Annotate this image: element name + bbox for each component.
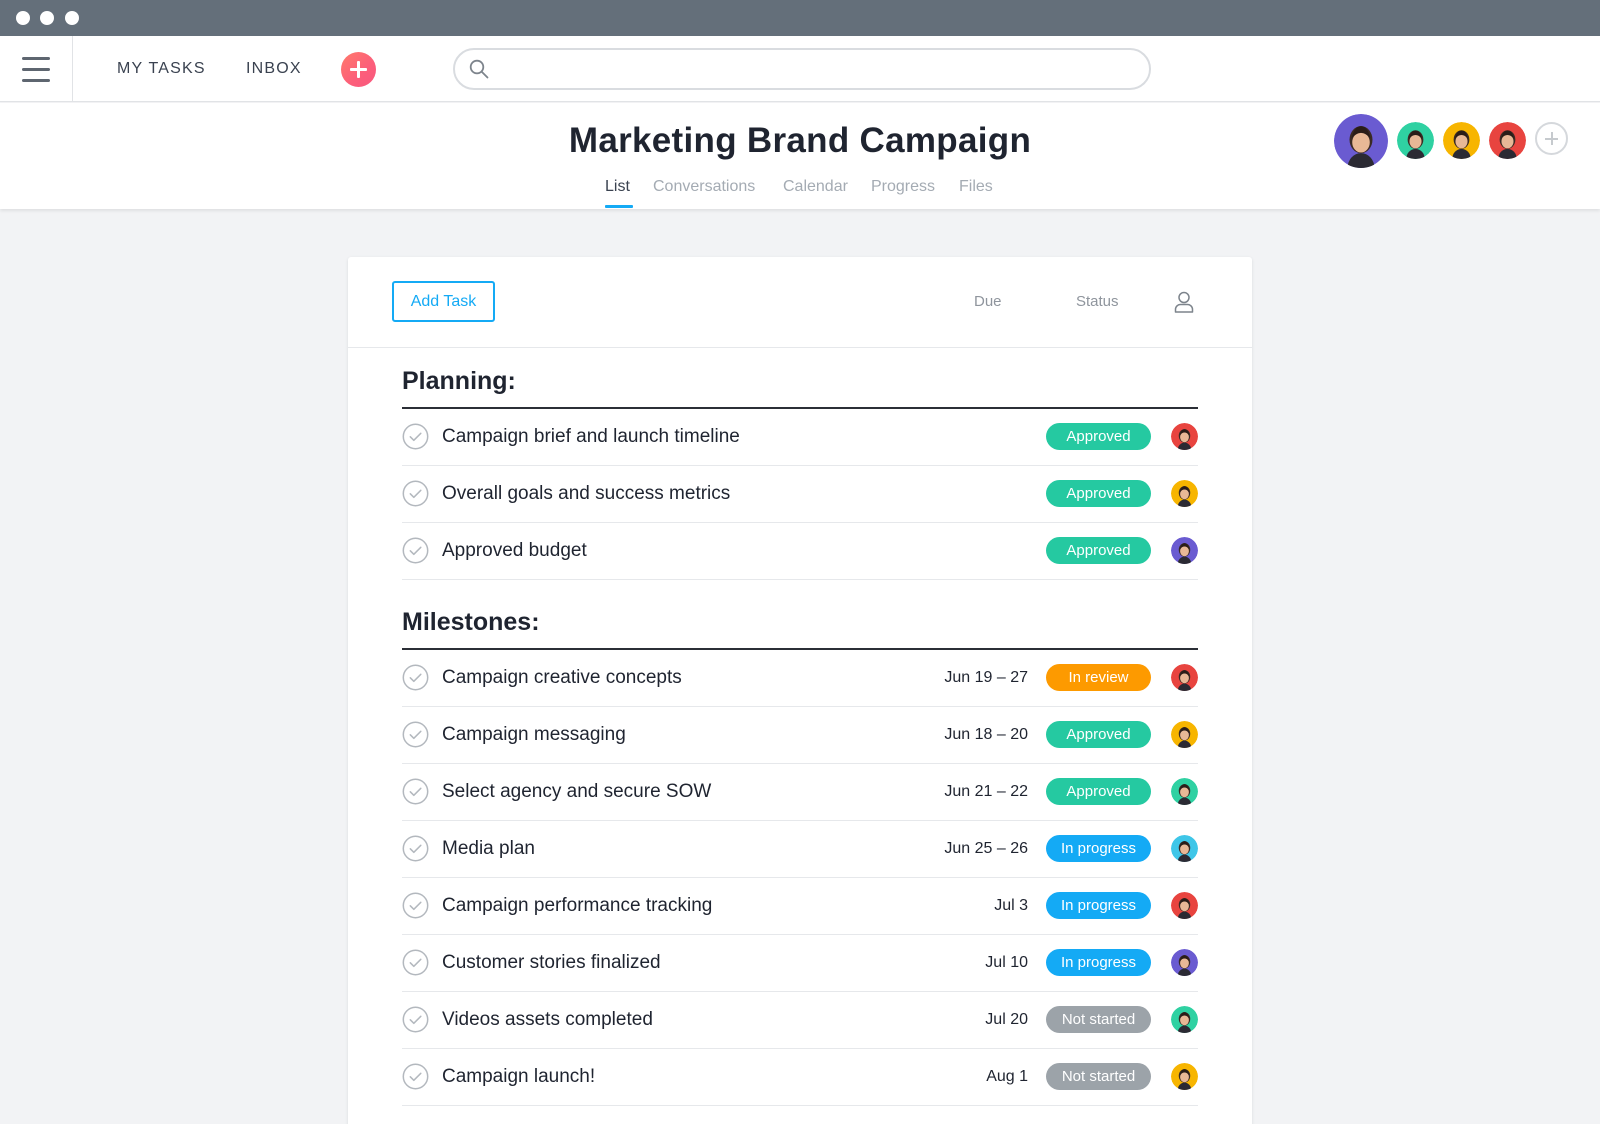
status-badge[interactable]: In review: [1046, 664, 1151, 691]
tab-progress[interactable]: Progress: [871, 178, 935, 196]
task-due-date[interactable]: Jun 19 – 27: [944, 669, 1028, 687]
status-badge[interactable]: Not started: [1046, 1006, 1151, 1033]
task-due-date[interactable]: Jul 10: [985, 954, 1028, 972]
status-badge[interactable]: In progress: [1046, 949, 1151, 976]
task-name[interactable]: Select agency and secure SOW: [442, 781, 711, 803]
project-tabs: List Conversations Calendar Progress Fil…: [0, 178, 1600, 208]
task-row[interactable]: Approved budget Approved: [402, 523, 1198, 580]
assignee-avatar[interactable]: [1171, 480, 1198, 507]
task-row[interactable]: Videos assets completed Jul 20 Not started: [402, 992, 1198, 1049]
tab-files[interactable]: Files: [959, 178, 993, 196]
task-name[interactable]: Campaign launch!: [442, 1066, 595, 1088]
member-avatar[interactable]: [1443, 122, 1480, 159]
status-badge[interactable]: In progress: [1046, 835, 1151, 862]
status-badge[interactable]: Approved: [1046, 423, 1151, 450]
task-row[interactable]: Campaign launch! Aug 1 Not started: [402, 1049, 1198, 1106]
add-member-button[interactable]: [1535, 122, 1568, 155]
assignee-avatar[interactable]: [1171, 778, 1198, 805]
assignee-avatar[interactable]: [1171, 835, 1198, 862]
tab-conversations[interactable]: Conversations: [653, 178, 755, 196]
task-name[interactable]: Campaign brief and launch timeline: [442, 426, 740, 448]
task-due-date[interactable]: Jun 18 – 20: [944, 726, 1028, 744]
top-nav: MY TASKS INBOX: [0, 36, 1600, 102]
assignee-avatar[interactable]: [1171, 664, 1198, 691]
status-badge[interactable]: Approved: [1046, 537, 1151, 564]
complete-task-checkmark-icon[interactable]: [402, 664, 429, 691]
task-due-date[interactable]: Jul 3: [994, 897, 1028, 915]
assignee-column-icon[interactable]: [1174, 291, 1194, 313]
task-name[interactable]: Videos assets completed: [442, 1009, 653, 1031]
complete-task-checkmark-icon[interactable]: [402, 778, 429, 805]
task-name[interactable]: Campaign performance tracking: [442, 895, 712, 917]
task-name[interactable]: Customer stories finalized: [442, 952, 661, 974]
menu-icon[interactable]: [0, 36, 73, 102]
complete-task-checkmark-icon[interactable]: [402, 721, 429, 748]
window-maximize-dot[interactable]: [65, 11, 79, 25]
task-list-header: Add Task Due Status: [348, 257, 1252, 348]
assignee-avatar[interactable]: [1171, 537, 1198, 564]
task-due-date[interactable]: Aug 1: [986, 1068, 1028, 1086]
nav-my-tasks[interactable]: MY TASKS: [117, 36, 206, 102]
task-due-date[interactable]: Jul 20: [985, 1011, 1028, 1029]
assignee-avatar[interactable]: [1171, 949, 1198, 976]
assignee-avatar[interactable]: [1171, 423, 1198, 450]
status-badge[interactable]: In progress: [1046, 892, 1151, 919]
status-badge[interactable]: Approved: [1046, 480, 1151, 507]
task-due-date[interactable]: Jun 25 – 26: [944, 840, 1028, 858]
column-due[interactable]: Due: [974, 293, 1002, 310]
task-row[interactable]: Campaign creative concepts Jun 19 – 27 In …: [402, 650, 1198, 707]
status-badge[interactable]: Approved: [1046, 721, 1151, 748]
task-row[interactable]: Campaign performance tracking Jul 3 In pro…: [402, 878, 1198, 935]
assignee-avatar[interactable]: [1171, 1006, 1198, 1033]
task-list-card: Add Task Due Status Planning: Campaign b…: [348, 257, 1252, 1124]
assignee-avatar[interactable]: [1171, 1063, 1198, 1090]
status-badge[interactable]: Approved: [1046, 778, 1151, 805]
task-row[interactable]: Media plan Jun 25 – 26 In progress: [402, 821, 1198, 878]
task-name[interactable]: Campaign creative concepts: [442, 667, 682, 689]
complete-task-checkmark-icon[interactable]: [402, 1063, 429, 1090]
member-avatar[interactable]: [1334, 114, 1388, 168]
member-avatar[interactable]: [1489, 122, 1526, 159]
quick-add-button[interactable]: [341, 52, 376, 87]
complete-task-checkmark-icon[interactable]: [402, 423, 429, 450]
complete-task-checkmark-icon[interactable]: [402, 537, 429, 564]
window-minimize-dot[interactable]: [40, 11, 54, 25]
task-row[interactable]: Campaign messaging Jun 18 – 20 Approved: [402, 707, 1198, 764]
complete-task-checkmark-icon[interactable]: [402, 835, 429, 862]
search-icon: [469, 59, 489, 79]
member-avatar[interactable]: [1397, 122, 1434, 159]
task-row[interactable]: Customer stories finalized Jul 10 In progr…: [402, 935, 1198, 992]
task-name[interactable]: Approved budget: [442, 540, 587, 562]
complete-task-checkmark-icon[interactable]: [402, 480, 429, 507]
project-header: Marketing Brand Campaign List Conversati…: [0, 103, 1600, 209]
column-status[interactable]: Status: [1076, 293, 1119, 310]
add-task-button[interactable]: Add Task: [392, 281, 495, 322]
complete-task-checkmark-icon[interactable]: [402, 892, 429, 919]
search-input[interactable]: [453, 48, 1151, 90]
task-row[interactable]: Campaign brief and launch timeline Approv…: [402, 409, 1198, 466]
status-badge[interactable]: Not started: [1046, 1063, 1151, 1090]
section-title-planning: Planning:: [402, 367, 516, 395]
assignee-avatar[interactable]: [1171, 892, 1198, 919]
complete-task-checkmark-icon[interactable]: [402, 949, 429, 976]
task-name[interactable]: Media plan: [442, 838, 535, 860]
section-title-milestones: Milestones:: [402, 608, 540, 636]
task-name[interactable]: Campaign messaging: [442, 724, 626, 746]
task-row[interactable]: Select agency and secure SOW Jun 21 – 22 A…: [402, 764, 1198, 821]
window-titlebar: [0, 0, 1600, 36]
nav-inbox[interactable]: INBOX: [246, 36, 302, 102]
task-due-date[interactable]: Jun 21 – 22: [944, 783, 1028, 801]
window-close-dot[interactable]: [16, 11, 30, 25]
active-tab-indicator: [605, 205, 633, 208]
assignee-avatar[interactable]: [1171, 721, 1198, 748]
task-name[interactable]: Overall goals and success metrics: [442, 483, 730, 505]
tab-calendar[interactable]: Calendar: [783, 178, 848, 196]
task-row[interactable]: Overall goals and success metrics Approve…: [402, 466, 1198, 523]
complete-task-checkmark-icon[interactable]: [402, 1006, 429, 1033]
tab-list[interactable]: List: [605, 178, 630, 196]
